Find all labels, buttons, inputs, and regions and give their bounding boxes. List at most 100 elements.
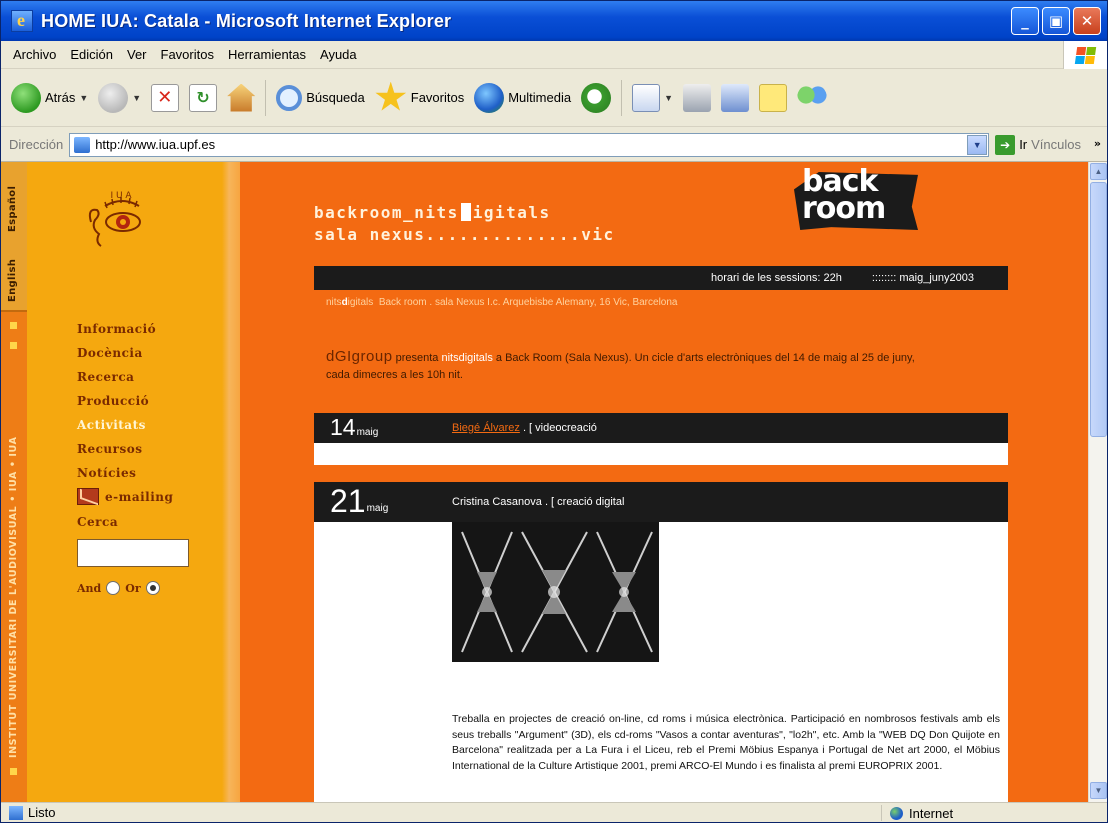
media-button[interactable]: Multimedia (474, 82, 571, 113)
discuss-button[interactable] (759, 83, 787, 112)
messenger-icon (797, 82, 827, 113)
bullet (10, 342, 17, 349)
messenger-button[interactable] (797, 82, 827, 113)
mail-icon (632, 83, 661, 112)
event-body (314, 443, 1008, 465)
go-button[interactable]: Ir (1019, 137, 1027, 152)
menu-edicion[interactable]: Edición (70, 47, 113, 62)
artwork-image (452, 522, 659, 662)
artist-bio: Treballa en projectes de creació on-line… (452, 713, 1000, 772)
forward-arrow-icon (98, 82, 129, 113)
nav-informacio[interactable]: Informació (77, 322, 189, 336)
go-arrow-icon[interactable]: ➔ (995, 134, 1016, 155)
printer-icon (683, 83, 711, 112)
event-header: 14 maig Biegé Álvarez . [ videocreació (314, 413, 1008, 443)
address-input[interactable]: http://www.iua.upf.es ▼ (69, 132, 990, 157)
history-button[interactable] (581, 82, 612, 113)
ie-icon (11, 10, 33, 32)
nav-emailing[interactable]: e-mailing (105, 490, 173, 504)
ie-window: HOME IUA: Catala - Microsoft Internet Ex… (0, 0, 1108, 823)
page-header-title: backroom_nits igitals sala nexus.........… (314, 203, 615, 244)
language-tabs: Español English (1, 162, 27, 312)
globe-icon (890, 806, 903, 820)
address-bar: Dirección http://www.iua.upf.es ▼ ➔ Ir V… (1, 128, 1107, 162)
refresh-icon: ↻ (189, 83, 218, 112)
or-label: Or (125, 581, 141, 595)
mail-button[interactable]: ▼ (632, 83, 673, 112)
stop-icon: ✕ (151, 83, 180, 112)
menu-ver[interactable]: Ver (127, 47, 147, 62)
scroll-up-icon[interactable]: ▲ (1090, 163, 1107, 180)
backroom-logo: back room (792, 167, 922, 230)
address-url[interactable]: http://www.iua.upf.es (95, 137, 215, 152)
print-button[interactable] (683, 83, 711, 112)
bullet (10, 768, 17, 775)
address-label: Dirección (9, 137, 64, 152)
menu-ayuda[interactable]: Ayuda (320, 47, 357, 62)
menu-archivo[interactable]: Archivo (13, 47, 56, 62)
scroll-thumb[interactable] (1090, 182, 1107, 437)
home-icon (227, 83, 256, 112)
page-viewport: Español English INSTITUT UNIVERSITARI DE… (1, 162, 1088, 802)
vertical-tabs: Español English INSTITUT UNIVERSITARI DE… (1, 162, 27, 802)
vertical-scrollbar[interactable]: ▲ ▼ (1088, 162, 1107, 802)
close-button[interactable]: ✕ (1073, 7, 1101, 35)
intro-text: dGIgroup presenta nitsdigitals a Back Ro… (326, 348, 915, 381)
event-block: 21 maig Cristina Casanova . [ creació di… (314, 482, 1008, 802)
menu-favoritos[interactable]: Favoritos (161, 47, 214, 62)
windows-logo-icon (1063, 41, 1107, 69)
search-label: Cerca (77, 515, 119, 529)
search-input[interactable] (77, 539, 189, 567)
main-nav: Informació Docència Recerca Producció Ac… (77, 322, 189, 595)
page-icon (74, 136, 91, 153)
minimize-button[interactable]: _ (1011, 7, 1039, 35)
chevron-down-icon[interactable]: ▼ (664, 93, 673, 103)
menu-herramientas[interactable]: Herramientas (228, 47, 306, 62)
chevron-down-icon[interactable]: ▼ (967, 134, 988, 155)
stop-button[interactable]: ✕ (151, 83, 180, 112)
back-button[interactable]: Atrás ▼ (11, 82, 88, 113)
window-title: HOME IUA: Catala - Microsoft Internet Ex… (41, 10, 452, 31)
nav-produccio[interactable]: Producció (77, 394, 189, 408)
page-status-icon (9, 805, 23, 820)
edit-button[interactable] (721, 83, 749, 112)
nav-docencia[interactable]: Docència (77, 346, 189, 360)
mail-icon[interactable] (77, 488, 99, 505)
forward-button[interactable]: ▼ (98, 82, 141, 113)
event-artist-link[interactable]: Biegé Álvarez (452, 422, 520, 434)
lang-english-tab[interactable]: English (7, 238, 18, 302)
and-radio[interactable] (106, 581, 121, 595)
nav-noticies[interactable]: Notícies (77, 466, 189, 480)
search-button[interactable]: Búsqueda (276, 84, 365, 111)
title-bar: HOME IUA: Catala - Microsoft Internet Ex… (1, 1, 1107, 41)
security-zone: Internet (881, 805, 953, 821)
status-text: Listo (28, 805, 56, 820)
scroll-down-icon[interactable]: ▼ (1090, 782, 1107, 799)
schedule-bar: horari de les sessions: 22h :::::::: mai… (314, 266, 1008, 290)
media-icon (474, 82, 505, 113)
chevron-down-icon[interactable]: ▼ (132, 93, 141, 103)
home-button[interactable] (227, 83, 256, 112)
sidebar: I U A Informació Docència Recerca Produc… (27, 162, 222, 802)
links-button[interactable]: Vínculos (1031, 137, 1081, 152)
event-month: maig (356, 427, 379, 438)
nav-recerca[interactable]: Recerca (77, 370, 189, 384)
toolbar: Atrás ▼ ▼ ✕ ↻ Búsqueda Favoritos Multime… (1, 69, 1107, 127)
event-artist: Cristina Casanova (452, 496, 542, 508)
maximize-button[interactable]: ▣ (1042, 7, 1070, 35)
or-radio[interactable] (145, 581, 160, 595)
status-bar: Listo Internet (1, 802, 1107, 822)
event-day: 14 (330, 414, 356, 440)
chevron-right-icon[interactable]: » (1094, 137, 1101, 150)
session-hours: horari de les sessions: 22h (711, 272, 842, 284)
refresh-button[interactable]: ↻ (189, 83, 218, 112)
search-icon (276, 84, 303, 111)
event-kind: . [ videocreació (522, 422, 597, 434)
lang-spanish-tab[interactable]: Español (7, 166, 18, 232)
favorites-button[interactable]: Favoritos (375, 81, 464, 114)
chevron-down-icon[interactable]: ▼ (79, 93, 88, 103)
nav-recursos[interactable]: Recursos (77, 442, 189, 456)
iua-logo[interactable]: I U A (77, 184, 167, 254)
nav-activitats[interactable]: Activitats (77, 418, 189, 432)
and-label: And (77, 581, 102, 595)
